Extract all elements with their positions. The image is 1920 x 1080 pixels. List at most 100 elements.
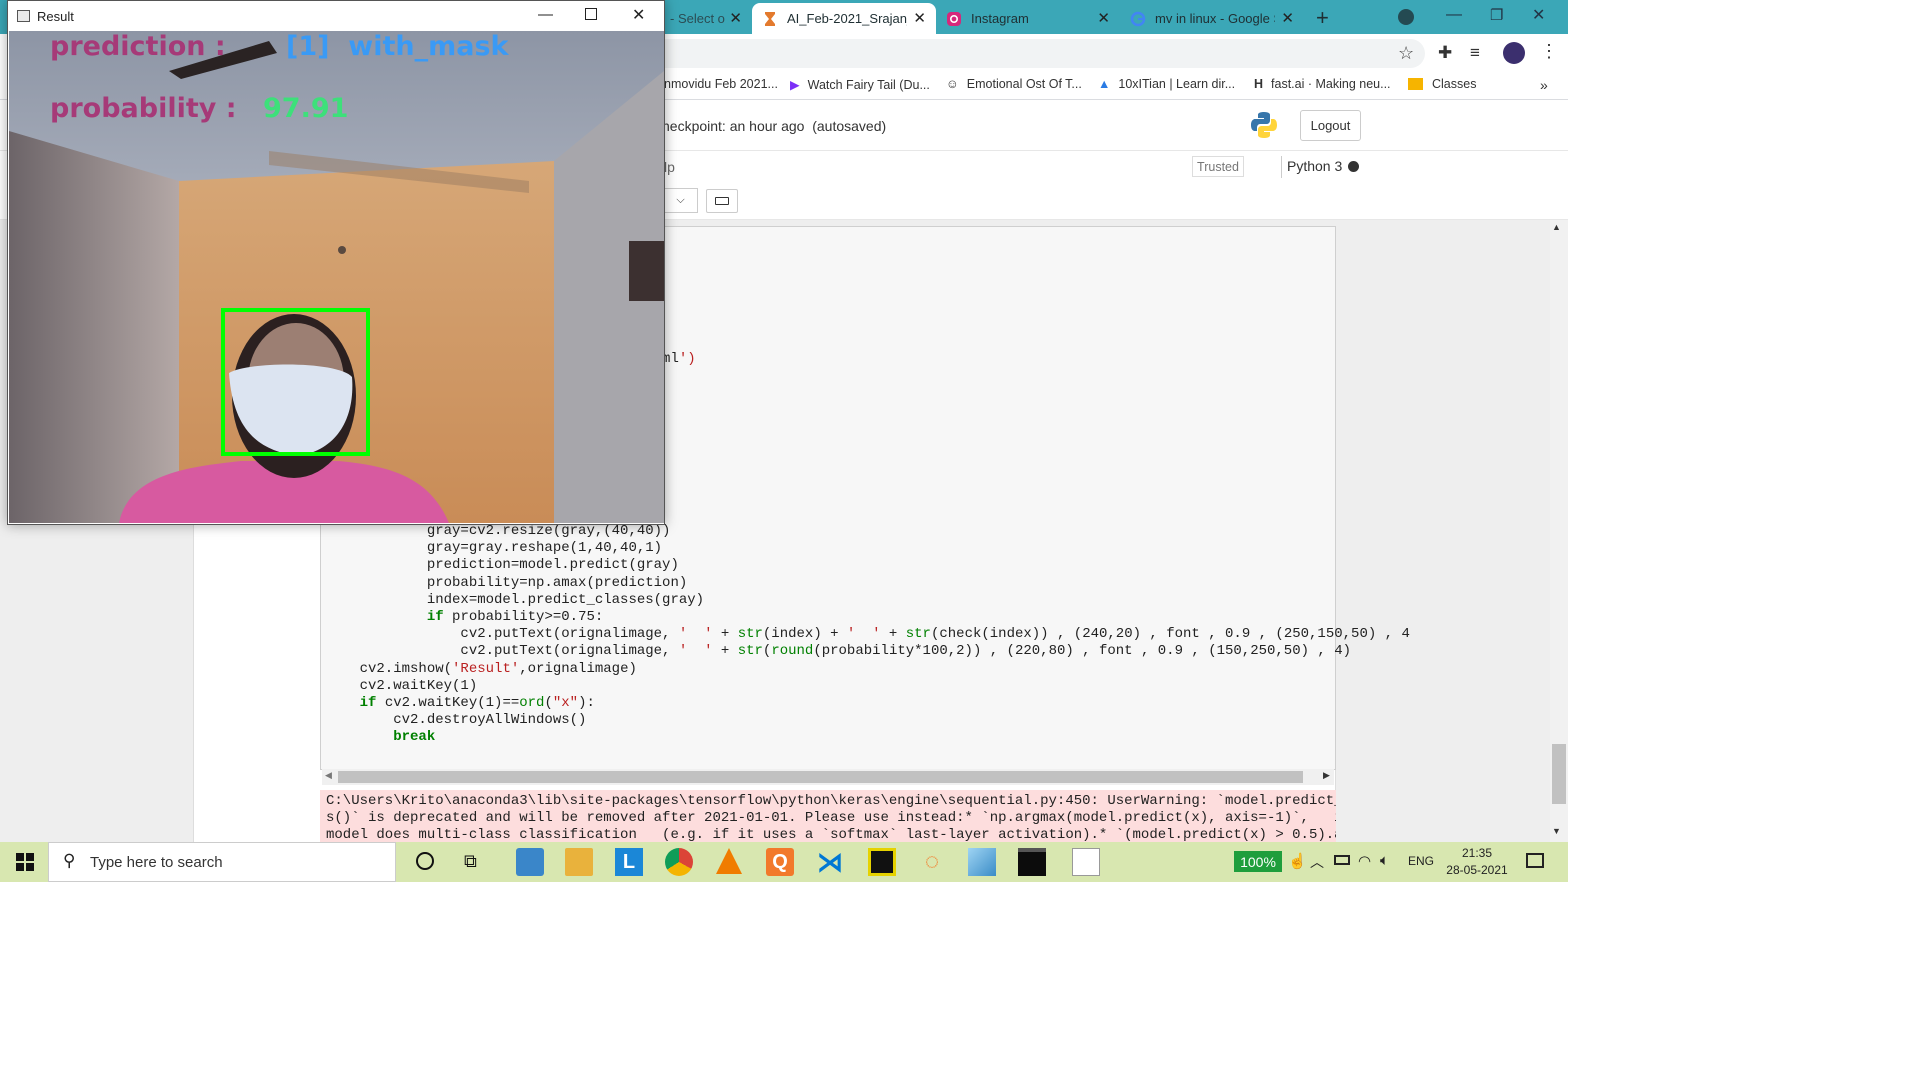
stderr-output: C:\Users\Krito\anaconda3\lib\site-packag… [320, 790, 1336, 842]
classroom-icon [1408, 78, 1423, 90]
chrome-icon[interactable] [665, 848, 693, 876]
tab-instagram[interactable]: Instagram ✕ [936, 3, 1120, 34]
stderr-text: C:\Users\Krito\anaconda3\lib\site-packag… [320, 790, 1336, 842]
tab-select[interactable]: - Select o ✕ [660, 3, 752, 34]
q-app-icon[interactable]: Q [766, 848, 794, 876]
stderr-line: s()` is deprecated and will be removed a… [326, 810, 1336, 826]
scroll-up-icon[interactable]: ▲ [1552, 222, 1561, 232]
kernel-status-icon [1348, 161, 1359, 172]
bookmark-item[interactable]: nmovidu Feb 2021... [664, 77, 778, 91]
bookmark-item[interactable]: Classes [1408, 77, 1476, 91]
vlc-icon[interactable] [716, 848, 742, 874]
close-icon[interactable]: ✕ [632, 5, 645, 25]
bookmark-label: Watch Fairy Tail (Du... [807, 77, 930, 92]
close-icon[interactable]: ✕ [1097, 9, 1110, 27]
sticky-notes-icon[interactable] [868, 848, 896, 876]
extensions-icon[interactable]: ✚ [1438, 43, 1452, 63]
vscode-icon[interactable]: ⋊ [816, 848, 844, 876]
tab-google[interactable]: mv in linux - Google S ✕ [1120, 3, 1304, 34]
menu-icon[interactable]: ⋮ [1540, 41, 1558, 62]
desktop-app-icon[interactable] [516, 848, 544, 876]
windows-start-icon[interactable] [16, 853, 34, 871]
l-app-icon[interactable]: L [615, 848, 643, 876]
play-icon: ▶ [790, 78, 800, 92]
kernel-name: Python 3 [1287, 158, 1342, 174]
python-logo-icon [1251, 112, 1277, 138]
scroll-down-icon[interactable]: ▼ [1552, 826, 1561, 836]
bookmark-label: 10xITian | Learn dir... [1118, 77, 1236, 91]
star-icon[interactable]: ☆ [1398, 43, 1414, 64]
window-titlebar[interactable]: Result — ✕ [8, 1, 664, 31]
horizontal-scrollbar[interactable]: ◀ ▶ [322, 769, 1334, 785]
close-icon[interactable]: ✕ [729, 9, 742, 27]
clock-date: 28-05-2021 [1446, 863, 1508, 877]
task-view-icon[interactable]: ⧉ [464, 851, 477, 872]
maximize-icon[interactable] [585, 8, 597, 20]
clock[interactable]: 21:35 28-05-2021 [1446, 845, 1508, 879]
menu-help[interactable]: lp [664, 159, 675, 175]
close-icon[interactable]: ✕ [913, 9, 926, 27]
tab-search-icon[interactable] [1398, 9, 1414, 25]
battery-icon[interactable] [1334, 855, 1350, 865]
bookmark-item[interactable]: ▲ 10xITian | Learn dir... [1098, 77, 1235, 91]
taskbar-search[interactable]: ⚲ Type here to search [48, 842, 396, 882]
stderr-line: C:\Users\Krito\anaconda3\lib\site-packag… [326, 793, 1336, 809]
scrollbar-thumb[interactable] [1552, 744, 1566, 804]
tab-label: Instagram [971, 11, 1029, 26]
app-icon[interactable] [968, 848, 996, 876]
code-line: cv2.putText(orignalimage, ' ' + str(roun… [326, 643, 1352, 660]
bookmark-label: nmovidu Feb 2021... [664, 77, 778, 91]
cell-type-select[interactable]: ⌵ [664, 188, 698, 213]
bookmark-item[interactable]: ☺ Emotional Ost Of T... [946, 77, 1082, 91]
touch-icon[interactable]: ☝ [1288, 852, 1307, 870]
clock-time: 21:35 [1461, 846, 1493, 860]
window-title: Result [37, 9, 74, 24]
battery-badge: 100% [1234, 851, 1282, 872]
trusted-indicator[interactable]: Trusted [1192, 156, 1244, 177]
code-line: cv2.putText(orignalimage, ' ' + str(inde… [326, 626, 1410, 643]
file-explorer-icon[interactable] [565, 848, 593, 876]
restore-icon[interactable]: ❐ [1490, 6, 1503, 24]
instagram-icon [947, 11, 961, 26]
keyboard-shortcuts-button[interactable] [706, 189, 738, 213]
notifications-icon[interactable] [1526, 853, 1544, 868]
scrollbar-thumb[interactable] [338, 771, 1303, 783]
notepad-icon[interactable] [1072, 848, 1100, 876]
bookmark-item[interactable]: ▶ Watch Fairy Tail (Du... [790, 77, 930, 93]
minimize-icon[interactable]: — [538, 6, 553, 23]
probability-value: 97.91 [263, 93, 348, 124]
avatar[interactable] [1503, 42, 1525, 64]
media-icon[interactable]: ≡ [1470, 43, 1480, 63]
chevron-up-icon[interactable]: ︿ [1310, 852, 1324, 872]
new-tab-button[interactable]: + [1316, 5, 1329, 31]
chevron-down-icon: ⌵ [676, 194, 685, 206]
page-vertical-scrollbar[interactable]: ▲ ▼ [1550, 220, 1568, 842]
cortana-icon[interactable] [416, 852, 434, 870]
tab-label: AI_Feb-2021_Srajan_C [787, 11, 907, 26]
volume-icon[interactable]: 🔈︎ [1380, 852, 1389, 869]
logout-button[interactable]: Logout [1300, 110, 1361, 141]
bookmark-label: Classes [1432, 77, 1477, 91]
logout-label: Logout [1310, 118, 1351, 133]
wifi-icon[interactable]: ◠ [1358, 852, 1371, 870]
scroll-left-icon[interactable]: ◀ [325, 770, 332, 781]
code-line: cv2.destroyAllWindows() [326, 712, 587, 729]
tab-notebook[interactable]: AI_Feb-2021_Srajan_C ✕ [752, 3, 936, 34]
scroll-right-icon[interactable]: ▶ [1323, 770, 1330, 781]
h-icon: H [1254, 77, 1264, 91]
code-line: prediction=model.predict(gray) [326, 557, 679, 574]
close-window-icon[interactable]: ✕ [1532, 5, 1545, 25]
terminal-icon[interactable] [1018, 848, 1046, 876]
jupyter-icon[interactable]: ◌ [918, 848, 946, 876]
code-line: index=model.predict_classes(gray) [326, 591, 705, 608]
bookmark-item[interactable]: Hfast.ai · Making neu... [1254, 77, 1391, 91]
language-indicator[interactable]: ENG [1408, 854, 1434, 868]
minimize-icon[interactable]: — [1446, 6, 1462, 24]
code-line: if probability>=0.75: [426, 609, 604, 626]
app-icon [17, 10, 30, 22]
search-placeholder: Type here to search [90, 854, 223, 871]
address-bar[interactable] [640, 39, 1425, 68]
close-icon[interactable]: ✕ [1281, 9, 1294, 27]
divider [1281, 156, 1282, 178]
more-bookmarks-icon[interactable]: » [1540, 77, 1548, 93]
